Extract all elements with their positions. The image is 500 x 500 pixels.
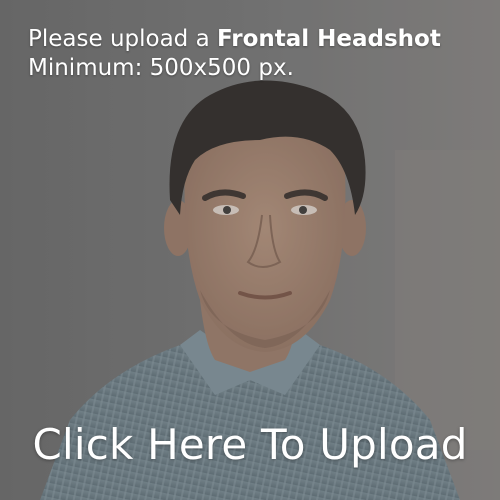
upload-instructions: Please upload a Frontal Headshot Minimum… xyxy=(28,25,441,83)
click-to-upload-button[interactable]: Click Here To Upload xyxy=(0,418,500,472)
minimum-size-note: Minimum: 500x500 px. xyxy=(28,55,294,81)
instruction-emphasis: Frontal Headshot xyxy=(217,26,441,52)
upload-dropzone[interactable]: Please upload a Frontal Headshot Minimum… xyxy=(0,0,500,500)
instruction-line-1: Please upload a Frontal Headshot xyxy=(28,25,441,54)
instruction-prefix: Please upload a xyxy=(28,26,217,52)
